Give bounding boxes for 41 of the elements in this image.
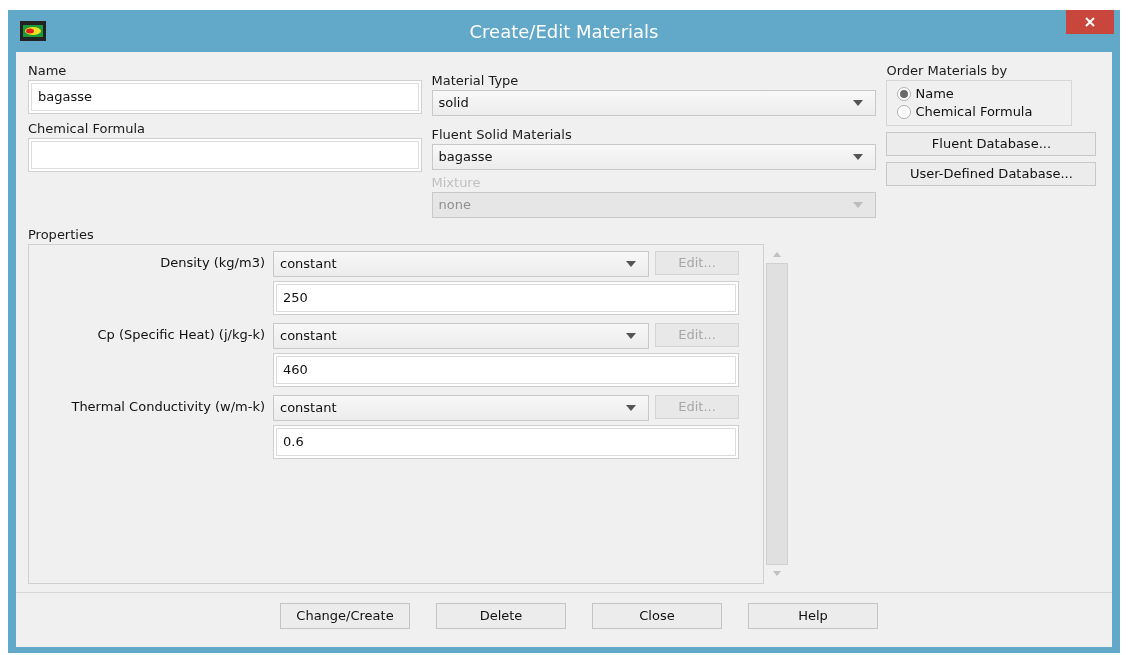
dialog-button[interactable]: Change/Create <box>280 603 410 629</box>
name-field[interactable]: bagasse <box>28 80 422 114</box>
field-label: Material Type <box>431 72 520 90</box>
field-label: Fluent Solid Materials <box>431 126 573 144</box>
app-icon <box>20 21 46 41</box>
dropdown-caret-icon <box>626 333 636 339</box>
dropdown-caret-icon <box>853 154 864 160</box>
field-label: Chemical Formula <box>28 120 146 138</box>
radio-button[interactable] <box>897 87 912 101</box>
dialog-button[interactable]: Delete <box>436 603 566 629</box>
scroll-down-icon <box>773 571 781 576</box>
close-button[interactable] <box>1066 10 1114 34</box>
formula-field[interactable] <box>28 138 422 172</box>
window-title: Create/Edit Materials <box>469 19 659 44</box>
section-label: Properties <box>27 226 95 244</box>
database-button[interactable]: User-Defined Database... <box>886 162 1097 186</box>
dialog-button[interactable]: Help <box>748 603 878 629</box>
radio-button[interactable] <box>897 105 912 119</box>
radio-label: Name <box>915 85 954 104</box>
property-label: Cp (Specific Heat) (j/kg-k) <box>96 326 265 344</box>
scroll-up-icon <box>773 252 781 257</box>
database-button[interactable]: Fluent Database... <box>886 132 1097 156</box>
method-dropdown[interactable]: constant <box>273 251 649 277</box>
dropdown[interactable]: solid <box>431 90 877 116</box>
dropdown-caret-icon <box>853 100 864 106</box>
radio-label: Chemical Formula <box>915 103 1033 122</box>
method-dropdown[interactable]: constant <box>273 395 649 421</box>
dropdown-caret-icon <box>853 202 864 208</box>
dialog-button[interactable]: Close <box>592 603 722 629</box>
group-label: Order Materials by <box>886 62 1009 80</box>
value-field[interactable]: 460 <box>273 353 739 387</box>
dropdown-caret-icon <box>626 261 636 267</box>
dropdown-caret-icon <box>626 405 636 411</box>
property-label: Thermal Conductivity (w/m-k) <box>70 398 265 416</box>
property-label: Density (kg/m3) <box>159 254 265 272</box>
close-icon <box>1085 17 1095 27</box>
field-label: Name <box>28 62 68 80</box>
dropdown[interactable]: bagasse <box>431 144 877 170</box>
value-field[interactable]: 250 <box>273 281 739 315</box>
method-dropdown[interactable]: constant <box>273 323 649 349</box>
value-field[interactable]: 0.6 <box>273 425 739 459</box>
